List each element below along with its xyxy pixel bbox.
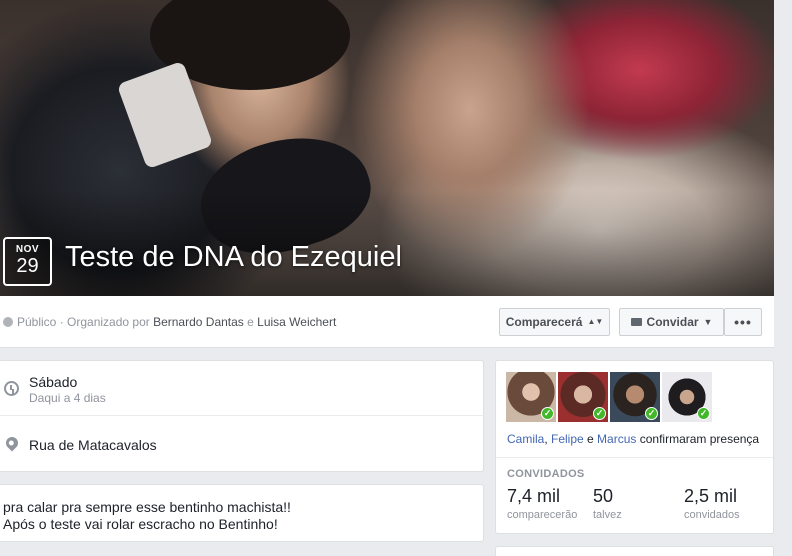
event-relative-time: Daqui a 4 dias (29, 391, 106, 405)
check-icon: ✓ (593, 407, 606, 420)
chevron-down-icon: ▼ (703, 317, 713, 327)
event-time-row[interactable]: Sábado Daqui a 4 dias (0, 361, 485, 416)
event-date-badge: NOV 29 (3, 237, 52, 286)
attend-dropdown-button[interactable]: Comparecerá ▲▼ (499, 308, 610, 336)
friend-link[interactable]: Felipe (551, 432, 584, 446)
event-description: pra calar pra sempre esse bentinho machi… (3, 499, 291, 532)
friend-link[interactable]: Marcus (597, 432, 636, 446)
event-description-card: pra calar pra sempre esse bentinho machi… (0, 484, 484, 542)
privacy-label: Público (17, 315, 57, 329)
event-info-bar: Público · Organizado por Bernardo Dantas… (0, 296, 774, 348)
guests-card: ✓ ✓ ✓ ✓ Camila, Felipe e Marcus confirma… (495, 360, 774, 534)
avatar[interactable]: ✓ (662, 372, 712, 422)
up-down-arrows-icon: ▲▼ (587, 317, 604, 326)
avatar[interactable]: ✓ (558, 372, 608, 422)
event-location: Rua de Matacavalos (29, 437, 157, 453)
event-privacy-line: Público · Organizado por Bernardo Dantas… (3, 315, 336, 329)
friend-link[interactable]: Camila (507, 432, 544, 446)
cover-photo: NOV 29 Teste de DNA do Ezequiel (0, 0, 774, 296)
event-details-card: Sábado Daqui a 4 dias Rua de Matacavalos (0, 360, 485, 472)
check-icon: ✓ (697, 407, 710, 420)
globe-icon (3, 317, 13, 327)
avatar[interactable]: ✓ (506, 372, 556, 422)
divider (496, 457, 773, 458)
event-month: NOV (15, 244, 40, 255)
clock-icon (4, 381, 19, 396)
invited-stat[interactable]: 2,5 mil convidados (684, 486, 740, 521)
event-day: 29 (16, 255, 39, 277)
check-icon: ✓ (541, 407, 554, 420)
next-card (495, 546, 774, 556)
event-day-name: Sábado (29, 374, 78, 390)
friends-confirmed-text: Camila, Felipe e Marcus confirmaram pres… (507, 432, 760, 446)
maybe-stat[interactable]: 50 talvez (593, 486, 622, 521)
location-pin-icon (3, 434, 21, 452)
check-icon: ✓ (645, 407, 658, 420)
event-page: NOV 29 Teste de DNA do Ezequiel Público … (0, 0, 792, 556)
friend-avatars: ✓ ✓ ✓ ✓ (506, 372, 712, 422)
more-options-button[interactable]: ••• (724, 308, 762, 336)
invite-button[interactable]: Convidar ▼ (619, 308, 724, 336)
envelope-icon (630, 318, 642, 326)
going-stat[interactable]: 7,4 mil comparecerão (507, 486, 577, 521)
organizer-link-1[interactable]: Bernardo Dantas (153, 315, 244, 329)
guests-heading: CONVIDADOS (507, 468, 585, 480)
event-title: Teste de DNA do Ezequiel (65, 241, 402, 273)
event-location-row[interactable]: Rua de Matacavalos (0, 417, 485, 472)
organizer-link-2[interactable]: Luisa Weichert (257, 315, 336, 329)
avatar[interactable]: ✓ (610, 372, 660, 422)
